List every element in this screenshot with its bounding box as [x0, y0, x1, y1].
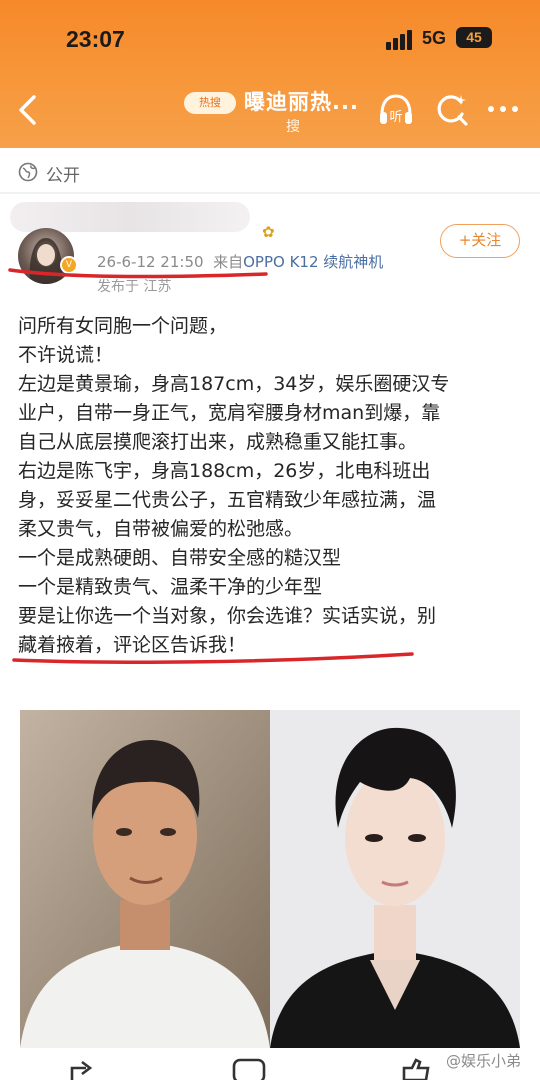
- topic-subline: 搜: [286, 119, 300, 135]
- network-type: 5G: [422, 28, 447, 48]
- body-line: 身，妥妥星二代贵公子，五官精致少年感拉满，温: [18, 489, 437, 511]
- photo-right[interactable]: [270, 710, 520, 1048]
- body-line: 柔又贵气，自带被偏爱的松弛感。: [18, 518, 304, 540]
- signal-icon: [386, 30, 416, 50]
- body-line: 不许说谎！: [18, 344, 114, 366]
- nav-bar: 热搜 曝迪丽热... 搜 听: [0, 80, 540, 142]
- post-card: 公开 V ✿ 26-6-12 21:50 来自OPPO K12 续航神机 +关注…: [0, 148, 540, 1080]
- body-line: 一个是精致贵气、温柔干净的少年型: [18, 576, 323, 598]
- post-body: 问所有女同胞一个问题， 不许说谎！ 左边是黄景瑜，身高187cm，34岁，娱乐圈…: [18, 312, 528, 660]
- follow-button[interactable]: +关注: [440, 224, 520, 258]
- body-line: 问所有女同胞一个问题，: [18, 315, 228, 337]
- flower-badge-icon: ✿: [262, 223, 275, 241]
- visibility-label: 公开: [46, 166, 80, 186]
- comment-icon[interactable]: [232, 1058, 266, 1080]
- share-icon[interactable]: [68, 1058, 102, 1080]
- divider: [0, 192, 540, 194]
- battery-icon: 45: [456, 27, 492, 48]
- listen-label: 听: [389, 110, 402, 125]
- hot-search-badge: 热搜: [184, 92, 236, 114]
- status-bar: 23:07 5G 45: [0, 0, 540, 80]
- watermark: @娱乐小弟: [446, 1052, 522, 1070]
- listen-icon[interactable]: 听: [376, 90, 416, 130]
- more-icon[interactable]: [486, 104, 520, 114]
- red-annotation-underline: [12, 652, 414, 664]
- battery-level: 45: [466, 29, 482, 45]
- post-location: 发布于 江苏: [97, 279, 172, 295]
- body-line: 要是让你选一个当对象，你会选谁？实话实说，别: [18, 605, 437, 627]
- back-icon[interactable]: [14, 93, 44, 127]
- search-icon[interactable]: [432, 90, 470, 128]
- photo-left[interactable]: [20, 710, 270, 1048]
- body-line: 右边是陈飞宇，身高188cm，26岁，北电科班出: [18, 460, 431, 482]
- body-line: 自己从底层摸爬滚打出来，成熟稳重又能扛事。: [18, 431, 418, 453]
- like-icon[interactable]: [398, 1058, 432, 1080]
- status-time: 23:07: [66, 26, 125, 52]
- topic-title[interactable]: 曝迪丽热...: [244, 86, 359, 116]
- body-line: 业户，自带一身正气，宽肩窄腰身材man到爆，靠: [18, 402, 441, 424]
- body-line: 一个是成熟硬朗、自带安全感的糙汉型: [18, 547, 342, 569]
- body-line: 左边是黄景瑜，身高187cm，34岁，娱乐圈硬汉专: [18, 373, 450, 395]
- globe-icon: [18, 162, 38, 182]
- header: 23:07 5G 45 热搜 曝迪丽热... 搜 听: [0, 0, 540, 148]
